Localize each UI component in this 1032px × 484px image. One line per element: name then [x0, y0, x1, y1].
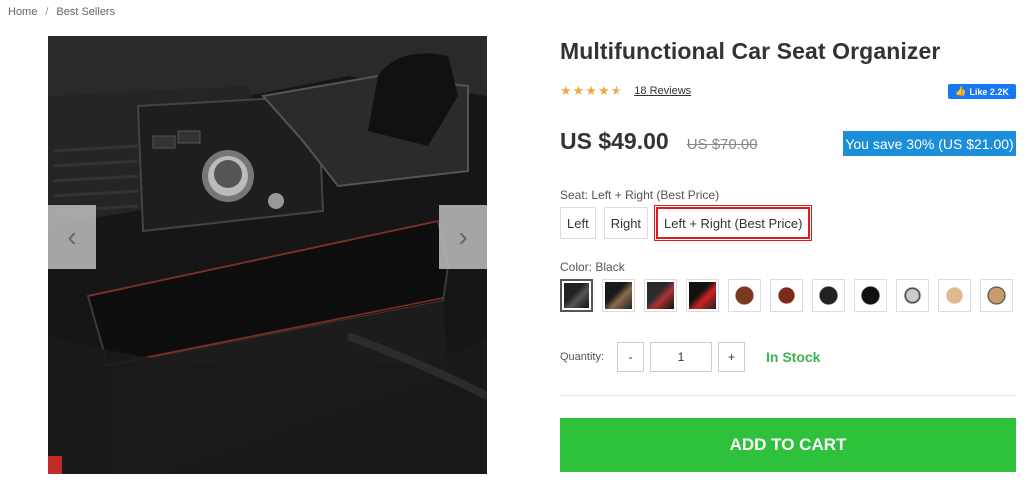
seat-label: Seat:: [560, 188, 589, 202]
current-price: US $49.00: [560, 128, 669, 154]
seat-options: Left Right Left + Right (Best Price): [560, 205, 813, 241]
star-rating: ★ ★ ★ ★ ★: [560, 84, 622, 97]
quantity-label: Quantity:: [560, 351, 605, 363]
color-label: Color:: [560, 260, 593, 274]
star-half-icon: ★: [610, 83, 623, 98]
quantity-decrease-button[interactable]: -: [617, 342, 644, 372]
product-image: [48, 36, 487, 474]
color-swatch[interactable]: [980, 279, 1013, 312]
breadcrumb-current-link[interactable]: Best Sellers: [56, 6, 115, 18]
star-icon: ★: [585, 83, 597, 98]
color-swatch[interactable]: [644, 279, 677, 312]
seat-option-left[interactable]: Left: [560, 207, 596, 239]
color-swatch[interactable]: [686, 279, 719, 312]
car-console-photo: [48, 36, 487, 474]
quantity-increase-button[interactable]: +: [718, 342, 745, 372]
color-swatches: [560, 279, 1013, 312]
divider: [560, 395, 1016, 396]
product-title: Multifunctional Car Seat Organizer: [560, 38, 941, 64]
thumbs-up-icon: 👍: [955, 86, 967, 96]
star-icon: ★: [572, 83, 585, 98]
color-swatch[interactable]: [602, 279, 635, 312]
seat-option-right[interactable]: Right: [603, 207, 649, 239]
star-icon: ★: [560, 83, 572, 98]
seat-selected-value: Left + Right (Best Price): [591, 188, 720, 202]
stock-status: In Stock: [766, 349, 821, 365]
rating-row: ★ ★ ★ ★ ★ 18 Reviews: [560, 84, 691, 97]
quantity-input[interactable]: [650, 342, 712, 372]
star-icon: ★: [597, 83, 610, 98]
breadcrumb: Home / Best Sellers: [8, 6, 115, 18]
original-price: US $70.00: [686, 136, 758, 153]
facebook-like-button[interactable]: 👍 Like 2.2K: [948, 84, 1016, 99]
facebook-like-label: Like 2.2K: [969, 86, 1009, 97]
add-to-cart-button[interactable]: ADD TO CART: [560, 418, 1016, 472]
color-swatch[interactable]: [896, 279, 929, 312]
breadcrumb-home-link[interactable]: Home: [8, 6, 37, 18]
savings-badge: You save 30% (US $21.00): [843, 131, 1016, 156]
seat-option-left-right[interactable]: Left + Right (Best Price): [654, 205, 813, 241]
chevron-left-icon: ‹: [67, 221, 77, 252]
price-row: US $49.00 US $70.00: [560, 128, 758, 155]
seat-option-label: Seat: Left + Right (Best Price): [560, 188, 719, 202]
color-swatch[interactable]: [560, 279, 593, 312]
color-selected-value: Black: [595, 260, 625, 274]
color-option-label: Color: Black: [560, 260, 625, 274]
color-swatch[interactable]: [770, 279, 803, 312]
color-swatch[interactable]: [854, 279, 887, 312]
chevron-right-icon: ›: [458, 221, 468, 252]
reviews-link[interactable]: 18 Reviews: [634, 85, 691, 97]
breadcrumb-separator: /: [45, 6, 49, 18]
color-swatch[interactable]: [728, 279, 761, 312]
quantity-row: Quantity: - + In Stock: [560, 342, 820, 372]
gallery-next-button[interactable]: ›: [439, 205, 487, 269]
color-swatch[interactable]: [812, 279, 845, 312]
color-swatch[interactable]: [938, 279, 971, 312]
gallery-prev-button[interactable]: ‹: [48, 205, 96, 269]
